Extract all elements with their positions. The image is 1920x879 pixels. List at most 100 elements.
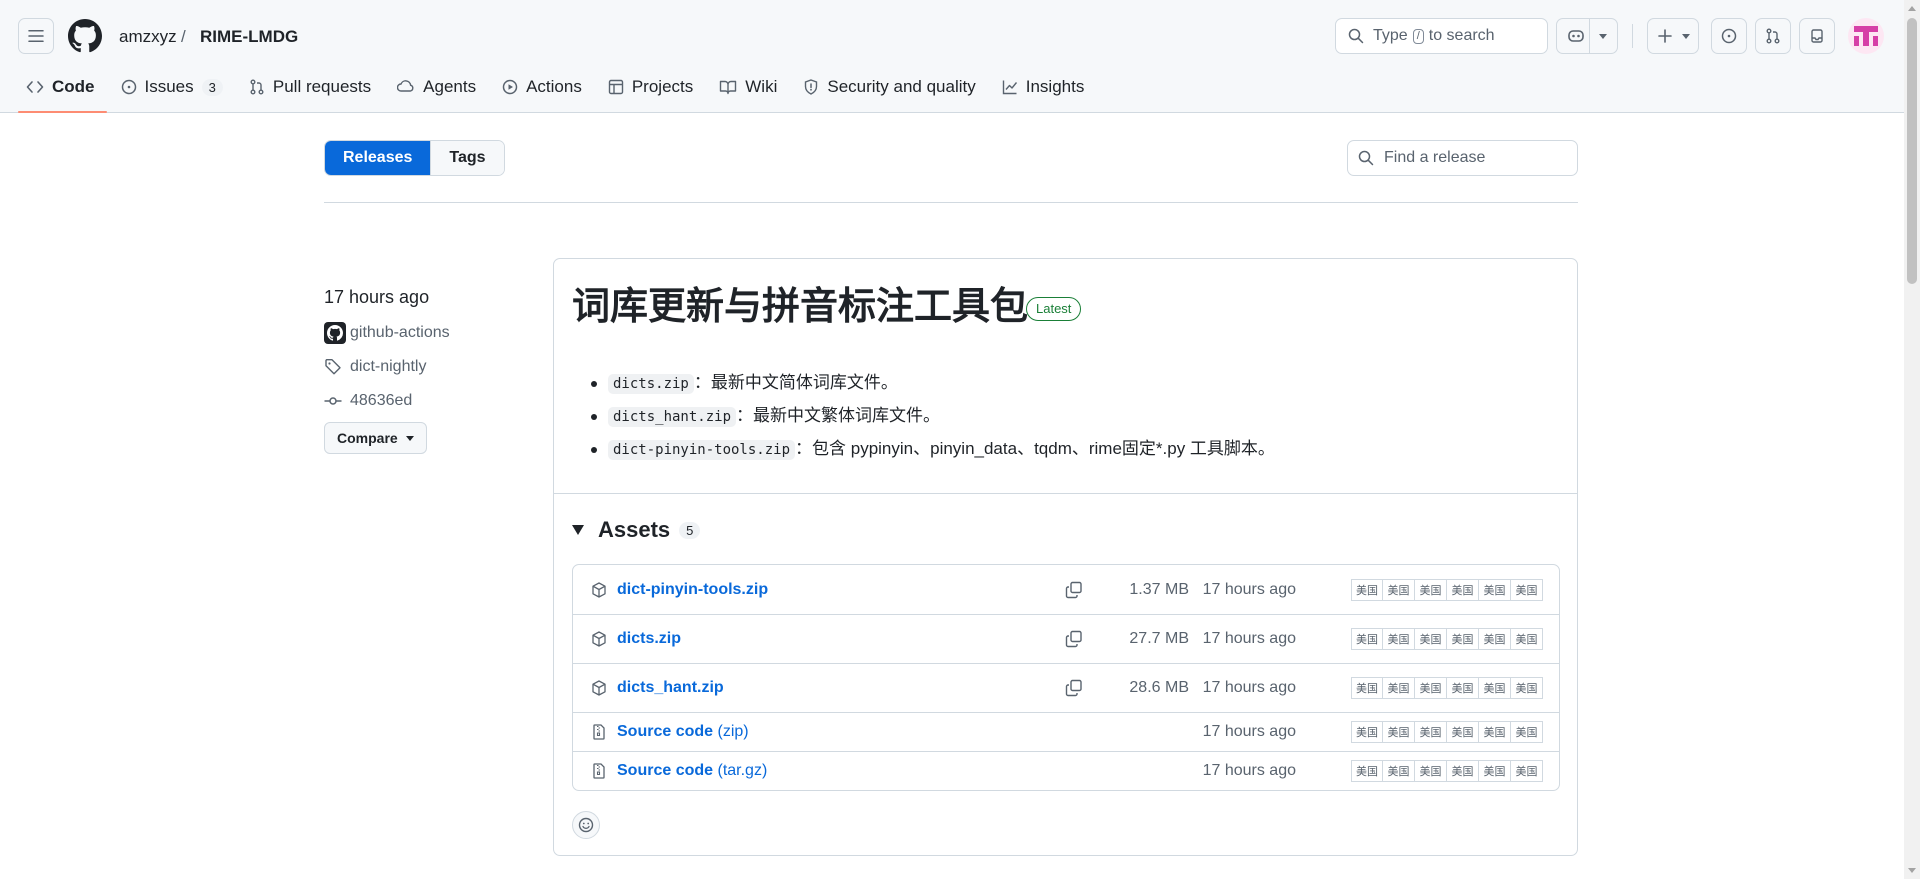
- inbox-button[interactable]: [1799, 18, 1835, 54]
- copilot-icon: [1568, 30, 1584, 42]
- find-release-input[interactable]: Find a release: [1347, 140, 1578, 176]
- file-zip-icon: [593, 763, 605, 779]
- mirror-link[interactable]: 美国: [1511, 760, 1543, 782]
- user-avatar[interactable]: [1848, 18, 1884, 54]
- releases-tab-button[interactable]: Releases: [325, 141, 431, 175]
- add-reaction-button[interactable]: [572, 811, 600, 839]
- assets-toggle[interactable]: Assets 5: [572, 517, 701, 543]
- release-author[interactable]: github-actions: [324, 322, 450, 344]
- release-notes: dicts.zip ：最新中文简体词库文件。 dicts_hant.zip ：最新中…: [584, 367, 1275, 466]
- release-tag-name: dict-nightly: [350, 358, 427, 375]
- mirror-link[interactable]: 美国: [1351, 760, 1383, 782]
- scrollbar-thumb[interactable]: [1907, 18, 1917, 284]
- git-commit-icon: [324, 397, 342, 405]
- mirror-link[interactable]: 美国: [1479, 578, 1511, 601]
- mirror-link[interactable]: 美国: [1383, 760, 1415, 782]
- asset-link[interactable]: dicts.zip: [617, 630, 681, 648]
- mirror-link[interactable]: 美国: [1511, 677, 1543, 699]
- chevron-down-icon[interactable]: [1599, 34, 1607, 39]
- card-divider: [554, 493, 1577, 494]
- release-title[interactable]: 词库更新与拼音标注工具包: [572, 283, 1028, 331]
- inline-code: dict-pinyin-tools.zip: [608, 440, 796, 460]
- compare-label: Compare: [337, 430, 398, 446]
- asset-time: 17 hours ago: [1202, 723, 1296, 740]
- mirror-link[interactable]: 美国: [1351, 578, 1383, 601]
- tab-insights[interactable]: Insights: [994, 70, 1097, 104]
- smiley-icon: [578, 817, 594, 833]
- tab-pull-requests[interactable]: Pull requests: [241, 70, 383, 104]
- asset-link[interactable]: dict-pinyin-tools.zip: [617, 581, 768, 599]
- mirror-link[interactable]: 美国: [1447, 578, 1479, 601]
- release-time: 17 hours ago: [324, 287, 430, 307]
- breadcrumb-repo[interactable]: RIME-LMDG: [200, 26, 298, 48]
- mirror-link[interactable]: 美国: [1447, 721, 1479, 743]
- mirror-link[interactable]: 美国: [1415, 760, 1447, 782]
- asset-link[interactable]: dicts_hant.zip: [617, 679, 724, 697]
- source-code-link[interactable]: Source code (zip): [617, 723, 749, 741]
- tab-agents[interactable]: Agents: [389, 70, 488, 104]
- mirror-link[interactable]: 美国: [1415, 721, 1447, 743]
- mirror-link[interactable]: 美国: [1479, 628, 1511, 650]
- create-new-button[interactable]: [1647, 18, 1699, 54]
- tab-wiki[interactable]: Wiki: [711, 70, 789, 104]
- inline-code: dicts_hant.zip: [608, 407, 737, 427]
- source-code-format: (zip): [717, 723, 749, 740]
- file-zip-icon: [593, 724, 605, 740]
- mirror-link[interactable]: 美国: [1351, 721, 1383, 743]
- mirror-link[interactable]: 美国: [1511, 628, 1543, 650]
- tab-actions[interactable]: Actions: [494, 70, 594, 104]
- tab-label: Agents: [423, 77, 477, 96]
- tab-label: Code: [52, 77, 95, 96]
- pull-requests-button[interactable]: [1755, 18, 1791, 54]
- mirror-link[interactable]: 美国: [1511, 578, 1543, 601]
- book-icon: [720, 80, 737, 95]
- issues-button[interactable]: [1711, 18, 1747, 54]
- search-icon: [1348, 28, 1364, 44]
- menu-button[interactable]: [18, 18, 54, 54]
- release-commit[interactable]: 48636ed: [324, 392, 412, 410]
- mirror-link[interactable]: 美国: [1511, 721, 1543, 743]
- asset-row: dicts.zip 27.7 MB 17 hours ago 美国 美国 美国 …: [573, 614, 1559, 663]
- mirror-link[interactable]: 美国: [1415, 677, 1447, 699]
- asset-time: 17 hours ago: [1202, 630, 1296, 647]
- mirror-link[interactable]: 美国: [1447, 628, 1479, 650]
- copy-icon[interactable]: [1065, 630, 1083, 648]
- compare-button[interactable]: Compare: [324, 422, 427, 454]
- tab-security[interactable]: Security and quality: [795, 70, 987, 104]
- source-code-link[interactable]: Source code (tar.gz): [617, 762, 767, 780]
- mirror-link[interactable]: 美国: [1383, 578, 1415, 601]
- breadcrumb-owner[interactable]: amzxyz: [119, 26, 177, 48]
- mirror-link[interactable]: 美国: [1415, 578, 1447, 601]
- mirror-link[interactable]: 美国: [1351, 677, 1383, 699]
- assets-heading: Assets: [598, 517, 671, 542]
- tab-issues[interactable]: Issues 3: [113, 70, 235, 104]
- mirror-link[interactable]: 美国: [1351, 628, 1383, 650]
- copy-icon[interactable]: [1065, 581, 1083, 599]
- github-logo-icon[interactable]: [68, 19, 102, 53]
- mirror-link[interactable]: 美国: [1415, 628, 1447, 650]
- mirror-flags: 美国 美国 美国 美国 美国 美国: [1351, 628, 1543, 650]
- inline-code: dicts.zip: [608, 374, 694, 394]
- mirror-link[interactable]: 美国: [1383, 628, 1415, 650]
- mirror-link[interactable]: 美国: [1447, 677, 1479, 699]
- release-author-name: github-actions: [350, 324, 450, 341]
- tab-projects[interactable]: Projects: [600, 70, 705, 104]
- play-icon: [502, 79, 518, 95]
- scroll-down-arrow-icon[interactable]: [1908, 868, 1916, 873]
- mirror-link[interactable]: 美国: [1479, 760, 1511, 782]
- search-shortcut-key: /: [1412, 28, 1424, 44]
- release-tag[interactable]: dict-nightly: [324, 358, 426, 376]
- global-search[interactable]: Type / to search: [1335, 18, 1548, 54]
- mirror-link[interactable]: 美国: [1479, 677, 1511, 699]
- mirror-link[interactable]: 美国: [1383, 677, 1415, 699]
- copy-icon[interactable]: [1065, 679, 1083, 697]
- assets-count-badge: 5: [679, 521, 701, 539]
- page-scrollbar[interactable]: [1904, 0, 1920, 879]
- tags-tab-button[interactable]: Tags: [430, 141, 504, 175]
- copilot-button[interactable]: [1556, 18, 1618, 54]
- mirror-link[interactable]: 美国: [1383, 721, 1415, 743]
- mirror-link[interactable]: 美国: [1479, 721, 1511, 743]
- tab-code[interactable]: Code: [18, 70, 107, 113]
- mirror-link[interactable]: 美国: [1447, 760, 1479, 782]
- scroll-up-arrow-icon[interactable]: [1908, 6, 1916, 11]
